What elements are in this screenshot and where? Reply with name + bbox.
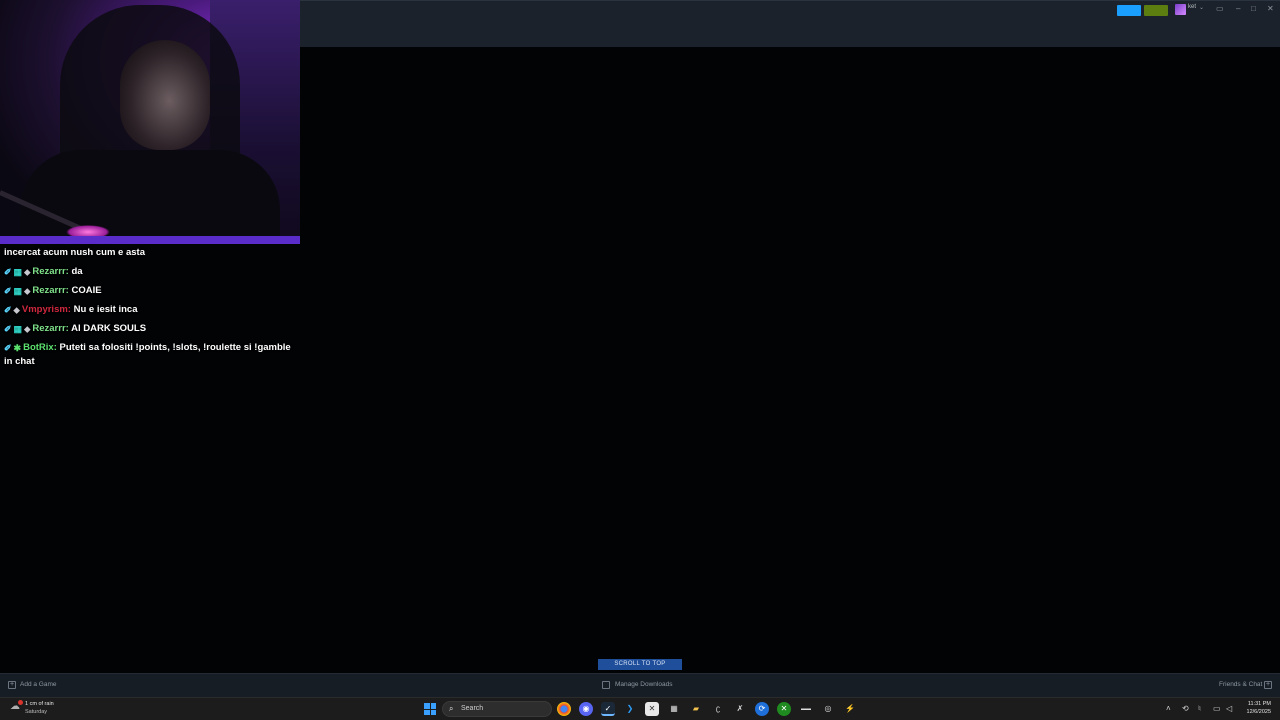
chat-message: ✐ ⬥ Vmpyrism: Nu e iesit inca <box>4 303 294 317</box>
gem-icon: ⬥ <box>24 324 31 334</box>
stream-chat-overlay: incercat acum nush cum e asta ✐ ▦ ⬥ Rezarrr… <box>4 246 294 374</box>
weather-alert-badge <box>18 700 23 705</box>
chat-username[interactable]: Rezarrr <box>32 285 65 296</box>
app-red-icon[interactable]: ⚡ <box>843 702 857 716</box>
search-label: Search <box>461 705 484 712</box>
close-icon[interactable]: ✕ <box>1267 4 1274 14</box>
chat-text: COAIE <box>71 285 102 296</box>
taskbar-search[interactable]: ⌕ Search <box>442 701 552 717</box>
subscriber-badge-icon: ▦ <box>13 267 23 277</box>
chat-message: ✐ ▦ ⬥ Rezarrr: da <box>4 265 294 279</box>
calculator-icon[interactable]: ▦ <box>667 702 681 716</box>
weather-day[interactable]: Saturday <box>25 709 47 715</box>
downloads-icon[interactable] <box>602 681 610 689</box>
app-ring-icon[interactable]: ◎ <box>821 702 835 716</box>
subscriber-badge-icon: ▦ <box>13 286 23 296</box>
app-cross-icon[interactable]: ✗ <box>733 702 747 716</box>
chat-username[interactable]: Vmpyrism <box>22 304 68 315</box>
subscriber-badge-icon: ▦ <box>13 324 23 334</box>
chat-message: ✐ ✱ BotRix: Puteti sa folositi !points, !s… <box>4 341 294 369</box>
webcam-overlay <box>0 0 300 244</box>
start-button[interactable] <box>424 703 436 715</box>
app-x-icon[interactable]: ✕ <box>645 702 659 716</box>
file-explorer-icon[interactable]: ▰ <box>689 702 703 716</box>
chat-text: da <box>71 266 83 277</box>
bot-badge-icon: ✱ <box>13 343 22 353</box>
chat-text: Nu e iesit inca <box>73 304 138 315</box>
maximize-icon[interactable]: □ <box>1251 4 1256 14</box>
clock-time[interactable]: 11:31 PM <box>1243 701 1271 707</box>
steam-icon[interactable]: ✓ <box>601 702 615 716</box>
steam-footer: + Add a Game Manage Downloads Friends & … <box>0 673 1280 697</box>
sword-icon: ✐ <box>4 286 12 296</box>
search-icon: ⌕ <box>449 704 454 713</box>
user-name[interactable]: ket <box>1188 4 1196 10</box>
avatar[interactable] <box>1175 4 1186 15</box>
gem-icon: ⬥ <box>24 267 31 277</box>
volume-icon[interactable]: ◁ <box>1226 704 1232 714</box>
sword-icon: ✐ <box>4 324 12 334</box>
chrome-icon[interactable] <box>557 702 571 716</box>
chat-username[interactable]: BotRix <box>23 342 54 353</box>
app-blue-icon[interactable]: ⟳ <box>755 702 769 716</box>
obs-app-icon[interactable]: ▬▬ <box>799 702 813 716</box>
chat-text: AI DARK SOULS <box>71 323 147 334</box>
clock-date[interactable]: 12/6/2025 <box>1243 709 1271 715</box>
minimize-icon[interactable]: – <box>1236 4 1240 14</box>
weather-forecast[interactable]: 1 cm of rain <box>25 701 54 707</box>
add-icon[interactable]: + <box>8 681 16 689</box>
sword-icon: ✐ <box>4 305 12 315</box>
friends-chat-button[interactable]: Friends & Chat <box>1219 681 1262 688</box>
app-c-icon[interactable]: ʗ <box>711 702 725 716</box>
discord-icon[interactable]: ◉ <box>579 702 593 716</box>
scroll-to-top-button[interactable]: SCROLL TO TOP <box>598 659 682 670</box>
chat-username[interactable]: Rezarrr <box>32 266 65 277</box>
gem-icon: ⬥ <box>13 305 20 315</box>
xbox-icon[interactable]: ✕ <box>777 702 791 716</box>
chat-message: ✐ ▦ ⬥ Rezarrr: COAIE <box>4 284 294 298</box>
sword-icon: ✐ <box>4 267 12 277</box>
windows-taskbar: ☁ 1 cm of rain Saturday ⌕ Search ◉ ✓ ❯ ✕… <box>0 697 1280 720</box>
sync-icon[interactable]: ⟲ <box>1182 704 1189 714</box>
notifications-button[interactable] <box>1144 5 1168 16</box>
chat-message: ✐ ▦ ⬥ Rezarrr: AI DARK SOULS <box>4 322 294 336</box>
chat-text: incercat acum nush cum e asta <box>4 247 145 258</box>
manage-downloads-button[interactable]: Manage Downloads <box>615 681 672 688</box>
network-icon[interactable]: ▭ <box>1213 704 1221 714</box>
chat-username[interactable]: Rezarrr <box>32 323 65 334</box>
sword-icon: ✐ <box>4 343 12 353</box>
chat-message-list: ✐ ▦ ⬥ Rezarrr: da ✐ ▦ ⬥ Rezarrr: COAIE ✐ ⬥ Vmpyris… <box>4 265 294 369</box>
friends-icon[interactable]: + <box>1264 681 1272 689</box>
vscode-icon[interactable]: ❯ <box>623 702 637 716</box>
chevron-up-icon[interactable]: ˄ <box>1166 704 1171 714</box>
gem-icon: ⬥ <box>24 286 31 296</box>
microphone-icon[interactable]: ♮ <box>1198 704 1201 714</box>
chevron-down-icon[interactable]: ⌄ <box>1199 4 1204 11</box>
announcements-button[interactable] <box>1117 5 1141 16</box>
big-picture-icon[interactable]: ▭ <box>1216 4 1224 14</box>
add-game-button[interactable]: Add a Game <box>20 681 57 688</box>
chat-message-partial: incercat acum nush cum e asta <box>4 246 294 260</box>
